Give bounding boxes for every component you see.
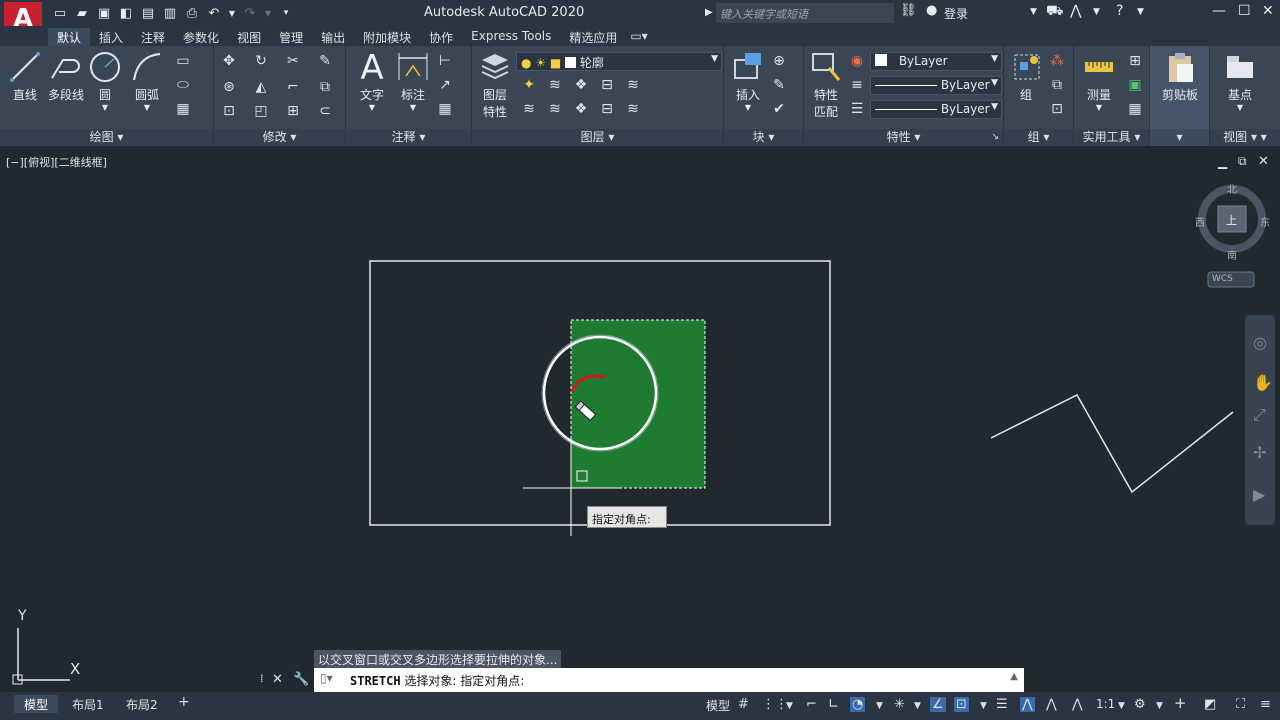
command-history: 以交叉窗口或交叉多边形选择要拉伸的对象... (314, 650, 562, 669)
crossing-selection-window (570, 319, 706, 489)
tab-layout2[interactable]: 布局2 (116, 695, 168, 713)
annotation-monitor-icon[interactable]: + (1174, 694, 1187, 712)
dynamic-input-tooltip: 指定对角点: (587, 506, 667, 528)
status-bar (0, 692, 1280, 720)
showmotion-icon[interactable]: ▶ (1253, 485, 1265, 504)
model-space-button[interactable]: 模型 (706, 697, 730, 714)
viewcube-top-label: 上 (1226, 214, 1237, 227)
scale-dropdown-icon[interactable]: ▼ (1118, 701, 1125, 711)
compass-north: 北 (1227, 185, 1237, 196)
compass-east: 东 (1260, 218, 1270, 229)
tab-model[interactable]: 模型 (14, 695, 59, 713)
add-layout-icon[interactable]: + (178, 694, 190, 710)
ucs-y-label: Y (18, 608, 27, 624)
command-line-input[interactable]: ▯▾ STRETCH 选择对象: 指定对角点: ▲ (314, 668, 1024, 692)
tab-layout1[interactable]: 布局1 (62, 695, 114, 713)
compass-south: 南 (1227, 251, 1237, 262)
lineweight-toggle-icon[interactable]: ☰ (996, 697, 1008, 712)
workspace-dropdown-icon[interactable]: ▼ (1156, 701, 1163, 711)
infer-constraints-icon[interactable]: ⌐ (806, 697, 817, 712)
annotation-scale-value[interactable]: 1:1 (1096, 697, 1115, 711)
object-snap-tracking-icon[interactable]: ∠ (930, 697, 946, 712)
zoom-extents-icon[interactable]: ⤢ (1253, 405, 1266, 425)
isodraft-dropdown-icon[interactable]: ▼ (914, 701, 921, 711)
zigzag-polyline[interactable] (990, 394, 1234, 494)
snap-icon[interactable]: ⋮⋮ (762, 697, 788, 712)
object-snap-icon[interactable]: ⊡ (954, 697, 969, 712)
compass-west: 西 (1195, 218, 1205, 229)
orbit-icon[interactable]: ✢ (1253, 443, 1266, 462)
annotation-visibility-icon[interactable]: ⋀ (1020, 697, 1035, 712)
command-customize-icon[interactable]: 🔧 (293, 672, 309, 687)
ucs-x-label: X (70, 660, 81, 678)
pan-hand-icon[interactable]: ✋ (1253, 373, 1273, 392)
command-grip-icon[interactable]: ⁞ (260, 672, 264, 685)
drawing-canvas (12, 185, 1266, 685)
command-history-arrow-icon[interactable]: ▲ (1010, 671, 1018, 682)
workspace-gear-icon[interactable]: ⚙ (1134, 697, 1146, 712)
command-close-icon[interactable]: ✕ (272, 672, 283, 687)
navigation-bar: ◎ ✋ ⤢ ✢ ▶ (1245, 315, 1275, 525)
annotation-scale-icon[interactable]: ⋀ (1072, 697, 1083, 712)
auto-scale-icon[interactable]: ⋀ (1046, 697, 1057, 712)
command-prompt-icon: ▯▾ (320, 671, 333, 685)
fullscreen-icon[interactable]: ⛶ (1236, 697, 1245, 712)
grid-icon[interactable]: # (738, 697, 749, 712)
wcs-label: WCS (1212, 274, 1233, 284)
units-icon[interactable]: ◩ (1204, 697, 1216, 712)
customize-status-icon[interactable]: ≡ (1260, 697, 1271, 712)
polar-tracking-icon[interactable]: ◔ (850, 697, 866, 712)
polar-dropdown-icon[interactable]: ▼ (876, 701, 883, 711)
steering-wheel-icon[interactable]: ◎ (1253, 333, 1267, 352)
ortho-icon[interactable]: ∟ (828, 697, 839, 712)
isodraft-icon[interactable]: ✳ (894, 697, 905, 712)
snap-dropdown-icon[interactable]: ▼ (786, 701, 793, 711)
osnap-dropdown-icon[interactable]: ▼ (980, 701, 987, 711)
